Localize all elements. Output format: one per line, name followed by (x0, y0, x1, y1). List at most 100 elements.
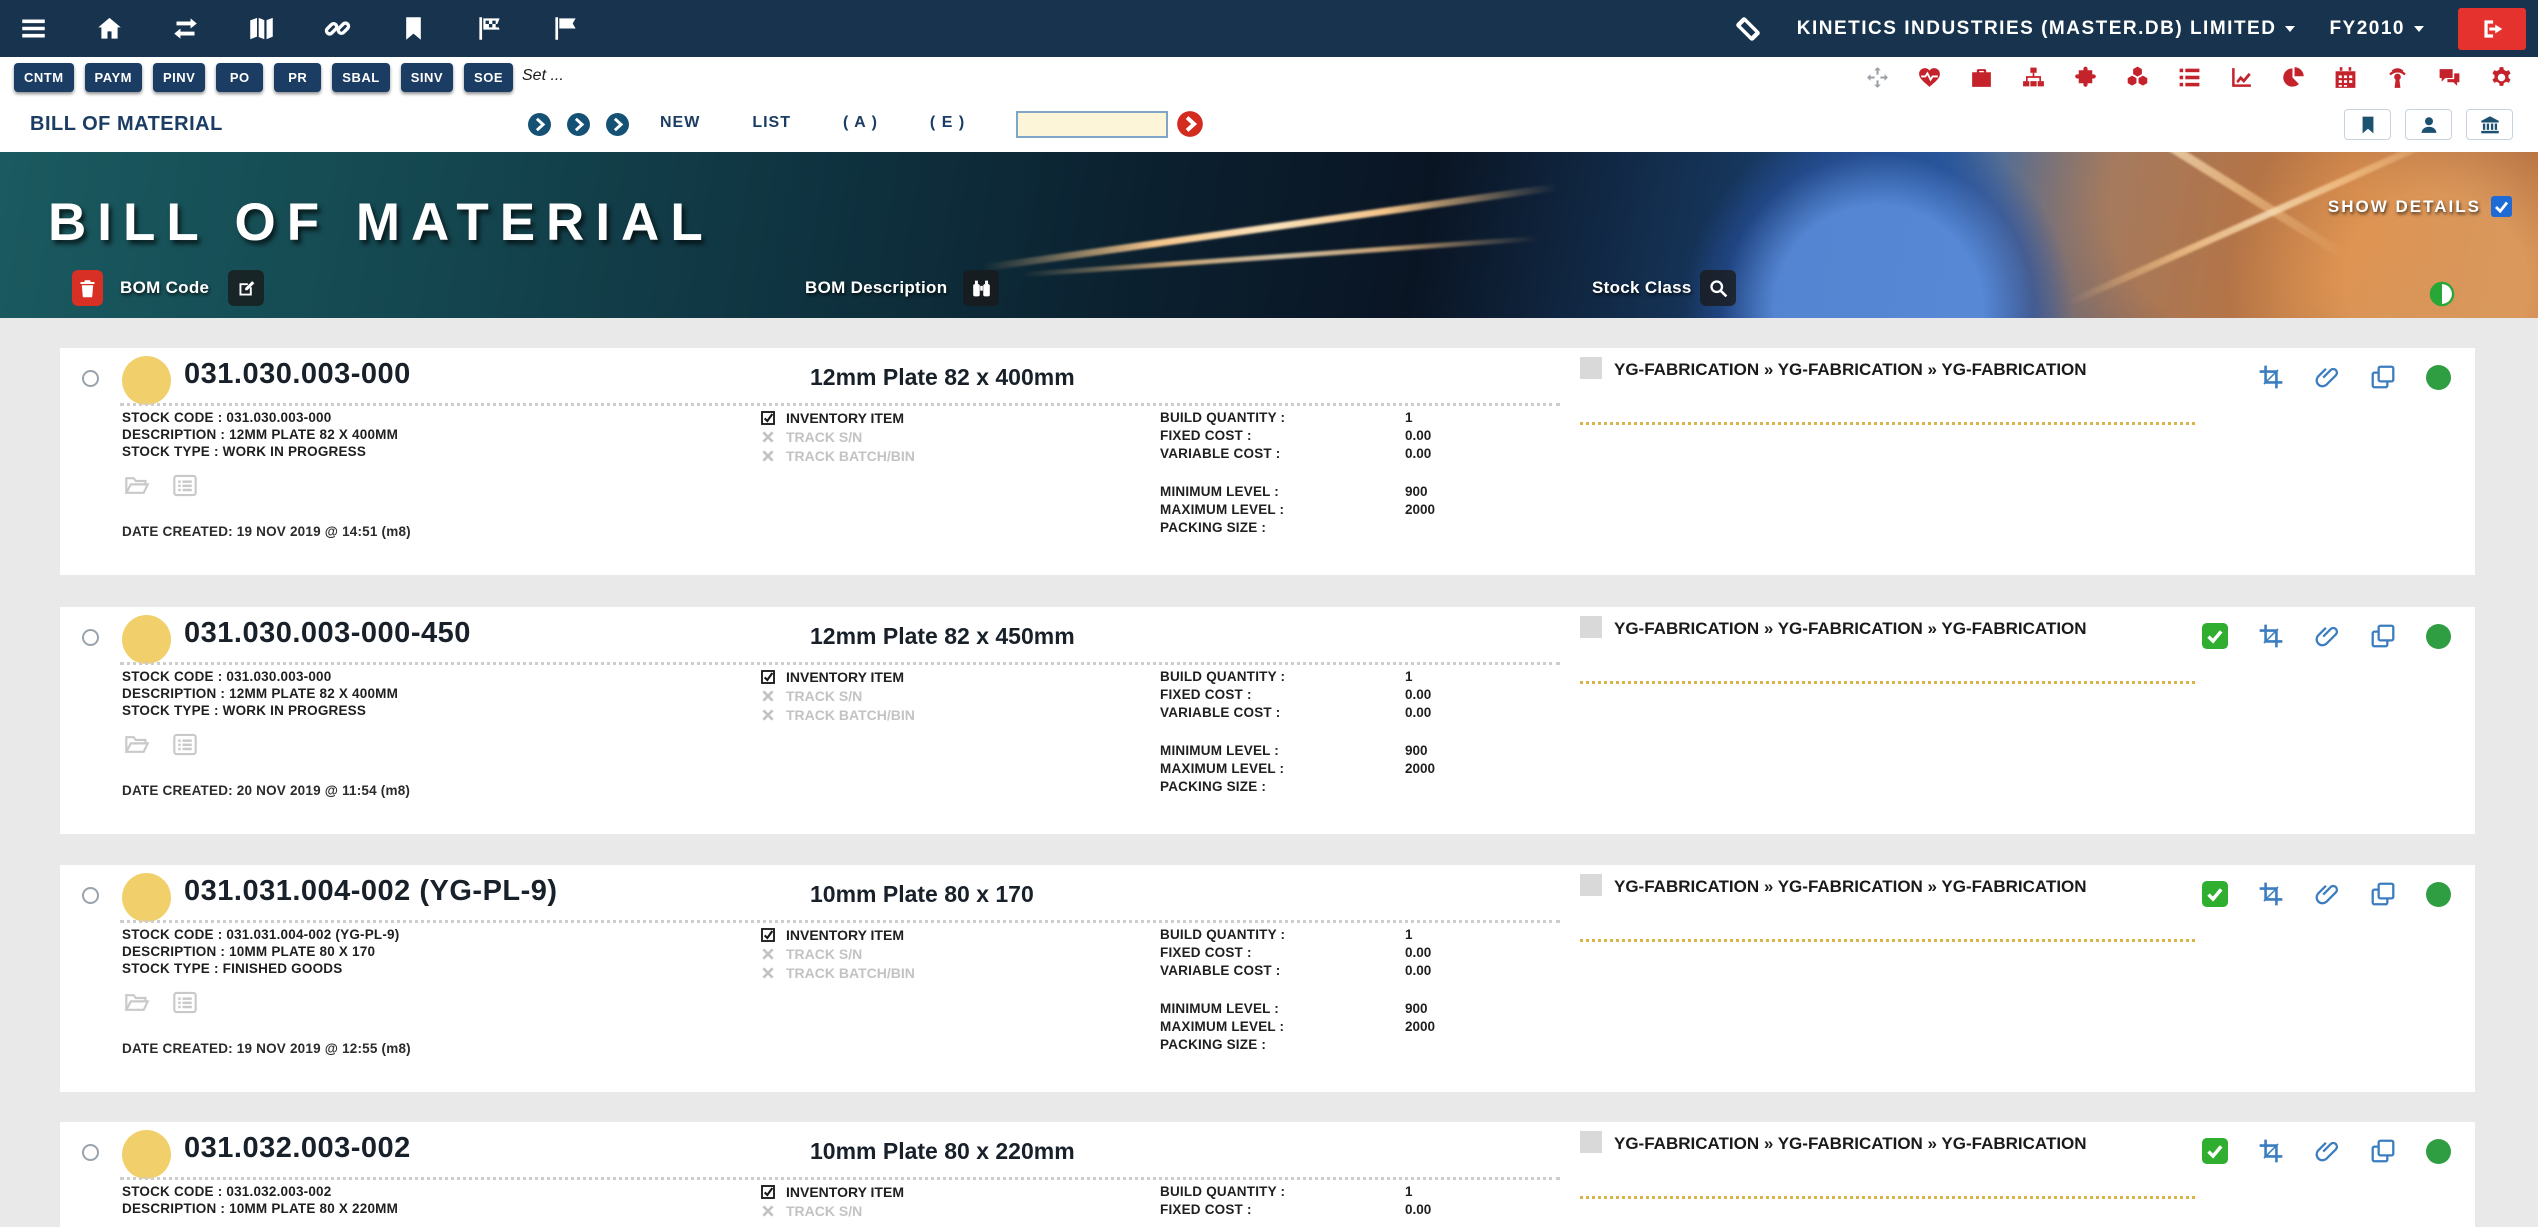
new-link[interactable]: NEW (660, 114, 700, 132)
status-dot-icon[interactable] (2426, 1139, 2451, 1164)
stock-type-label: STOCK TYPE : (122, 961, 219, 976)
next-record-icon[interactable] (605, 112, 630, 137)
chart-line-icon[interactable] (2229, 65, 2254, 90)
quick-button-pinv[interactable]: PINV (153, 63, 205, 92)
date-created: DATE CREATED: 20 NOV 2019 @ 11:54 (m8) (122, 783, 410, 798)
status-dot-icon[interactable] (2426, 365, 2451, 390)
list-alt-icon[interactable] (170, 731, 200, 758)
quick-button-sinv[interactable]: SINV (401, 63, 453, 92)
quick-button-paym[interactable]: PAYM (85, 63, 142, 92)
company-module-button[interactable] (2466, 109, 2513, 140)
search-go-icon[interactable] (1176, 110, 1204, 138)
comments-icon[interactable] (2437, 65, 2462, 90)
bom-code-value[interactable]: 031.031.004-002 (YG-PL-9) (184, 875, 558, 908)
stock-class-checkbox[interactable] (1580, 616, 1602, 638)
paperclip-icon[interactable] (2314, 623, 2340, 649)
e-link[interactable]: ( E ) (930, 114, 965, 132)
ticket-icon[interactable] (1733, 14, 1763, 44)
bookmark-icon[interactable] (400, 15, 427, 42)
sitemap-icon[interactable] (2021, 65, 2046, 90)
podcast-icon[interactable] (2385, 65, 2410, 90)
exchange-icon[interactable] (172, 15, 199, 42)
company-selector[interactable]: KINETICS INDUSTRIES (MASTER.DB) LIMITED (1797, 18, 2296, 40)
quick-button-sbal[interactable]: SBAL (332, 63, 389, 92)
search-input[interactable] (1016, 111, 1168, 138)
crop-icon[interactable] (2258, 623, 2284, 649)
flag-checkered-icon[interactable] (476, 15, 503, 42)
stock-code-value: 031.030.003-000 (226, 669, 331, 684)
quick-button-pr[interactable]: PR (274, 63, 321, 92)
quick-button-cntm[interactable]: CNTM (14, 63, 74, 92)
next-record-icon[interactable] (566, 112, 591, 137)
folder-open-icon[interactable] (122, 731, 152, 758)
status-dot-icon[interactable] (2426, 624, 2451, 649)
list-link[interactable]: LIST (752, 114, 791, 132)
bookmarks-button[interactable] (2344, 109, 2391, 140)
bom-code-value[interactable]: 031.030.003-000 (184, 358, 411, 391)
chart-pie-icon[interactable] (2281, 65, 2306, 90)
folder-open-icon[interactable] (122, 989, 152, 1016)
briefcase-icon[interactable] (1969, 65, 1994, 90)
quick-button-soe[interactable]: SOE (464, 63, 513, 92)
user-button[interactable] (2405, 109, 2452, 140)
stock-class-checkbox[interactable] (1580, 357, 1602, 379)
list-alt-icon[interactable] (170, 989, 200, 1016)
stock-class-checkbox[interactable] (1580, 1131, 1602, 1153)
bom-code-value[interactable]: 031.030.003-000-450 (184, 617, 471, 650)
gear-icon[interactable] (2489, 65, 2514, 90)
paperclip-icon[interactable] (2314, 881, 2340, 907)
map-icon[interactable] (248, 15, 275, 42)
edit-bom-code-button[interactable] (228, 270, 264, 306)
folder-open-icon[interactable] (122, 472, 152, 499)
next-record-icon[interactable] (527, 112, 552, 137)
paperclip-icon[interactable] (2314, 364, 2340, 390)
menu-icon[interactable] (20, 15, 47, 42)
bom-code-value[interactable]: 031.032.003-002 (184, 1132, 411, 1165)
arrows-move-icon[interactable] (1865, 65, 1890, 90)
copy-icon[interactable] (2370, 881, 2396, 907)
quick-button-po[interactable]: PO (216, 63, 263, 92)
select-radio[interactable] (82, 887, 99, 904)
approved-check-icon[interactable] (2202, 881, 2228, 907)
cubes-icon[interactable] (2125, 65, 2150, 90)
select-radio[interactable] (82, 370, 99, 387)
copy-icon[interactable] (2370, 623, 2396, 649)
approved-check-icon[interactable] (2202, 1138, 2228, 1164)
copy-icon[interactable] (2370, 1138, 2396, 1164)
a-link[interactable]: ( A ) (843, 114, 878, 132)
divider (1580, 939, 2195, 942)
crop-icon[interactable] (2258, 881, 2284, 907)
show-details-toggle[interactable]: SHOW DETAILS (2328, 196, 2512, 217)
logout-button[interactable] (2458, 8, 2526, 50)
contrast-icon[interactable] (2428, 280, 2456, 308)
home-icon[interactable] (96, 15, 123, 42)
stock-class-checkbox[interactable] (1580, 874, 1602, 896)
delete-button[interactable] (72, 270, 103, 306)
select-radio[interactable] (82, 1144, 99, 1161)
flag-icon[interactable] (552, 15, 579, 42)
select-radio[interactable] (82, 629, 99, 646)
heart-pulse-icon[interactable] (1917, 65, 1942, 90)
search-stock-class-button[interactable] (1700, 270, 1736, 306)
row-actions (2258, 364, 2451, 390)
crop-icon[interactable] (2258, 364, 2284, 390)
checkbox-checked-icon[interactable] (2491, 196, 2512, 217)
track-sn-label: TRACK S/N (786, 946, 862, 962)
copy-icon[interactable] (2370, 364, 2396, 390)
paperclip-icon[interactable] (2314, 1138, 2340, 1164)
status-dot-icon[interactable] (2426, 882, 2451, 907)
set-label[interactable]: Set ... (522, 67, 564, 85)
calendar-icon[interactable] (2333, 65, 2358, 90)
variable-cost-value: 0.00 (1405, 963, 1431, 981)
x-mark-icon (760, 965, 776, 981)
list-alt-icon[interactable] (170, 472, 200, 499)
link-icon[interactable] (324, 15, 351, 42)
crop-icon[interactable] (2258, 1138, 2284, 1164)
search-description-button[interactable] (963, 270, 999, 306)
list-icon[interactable] (2177, 65, 2202, 90)
approved-check-icon[interactable] (2202, 623, 2228, 649)
divider (120, 1177, 1560, 1180)
fiscal-year-selector[interactable]: FY2010 (2329, 18, 2424, 40)
puzzle-icon[interactable] (2073, 65, 2098, 90)
checkbox-checked-icon (760, 669, 776, 685)
